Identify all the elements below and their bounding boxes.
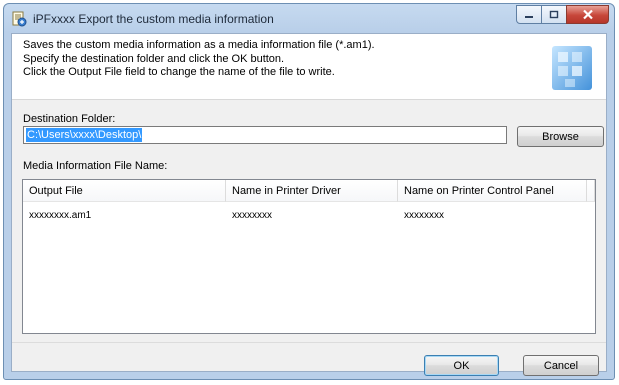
- browse-button[interactable]: Browse: [517, 126, 604, 147]
- dialog-window: iPFxxxx Export the custom media informat…: [3, 3, 615, 380]
- maximize-button[interactable]: [541, 5, 567, 24]
- info-line-2: Specify the destination folder and click…: [23, 53, 285, 65]
- ok-button[interactable]: OK: [424, 355, 499, 376]
- output-file-cell[interactable]: xxxxxxxx.am1: [29, 210, 91, 221]
- dialog-content: Saves the custom media information as a …: [11, 33, 607, 376]
- close-button[interactable]: [566, 5, 609, 24]
- cancel-button[interactable]: Cancel: [523, 355, 599, 376]
- column-header-output-file[interactable]: Output File: [23, 180, 226, 202]
- title-bar[interactable]: iPFxxxx Export the custom media informat…: [4, 4, 614, 34]
- info-line-1: Saves the custom media information as a …: [23, 39, 375, 51]
- column-header-control-panel[interactable]: Name on Printer Control Panel: [398, 180, 587, 202]
- column-header-filler: [587, 180, 595, 202]
- media-file-name-label: Media Information File Name:: [23, 160, 168, 172]
- media-info-list[interactable]: Output File Name in Printer Driver Name …: [22, 179, 596, 334]
- window-title: iPFxxxx Export the custom media informat…: [33, 12, 274, 26]
- control-panel-name-cell: xxxxxxxx: [404, 210, 444, 221]
- footer-divider: [12, 342, 606, 343]
- info-line-3: Click the Output File field to change th…: [23, 66, 335, 78]
- media-stack-icon: [552, 46, 592, 90]
- minimize-icon: [525, 15, 533, 18]
- maximize-icon: [549, 10, 559, 18]
- info-header: Saves the custom media information as a …: [12, 34, 606, 100]
- printer-driver-name-cell: xxxxxxxx: [232, 210, 272, 221]
- destination-folder-value: C:\Users\xxxx\Desktop\: [26, 128, 143, 142]
- minimize-button[interactable]: [516, 5, 542, 24]
- window-controls: [516, 5, 609, 25]
- destination-folder-label: Destination Folder:: [23, 113, 116, 125]
- destination-folder-field[interactable]: C:\Users\xxxx\Desktop\: [23, 126, 507, 144]
- column-header-printer-driver[interactable]: Name in Printer Driver: [226, 180, 398, 202]
- close-icon: [582, 9, 593, 20]
- app-printer-icon: [12, 11, 27, 27]
